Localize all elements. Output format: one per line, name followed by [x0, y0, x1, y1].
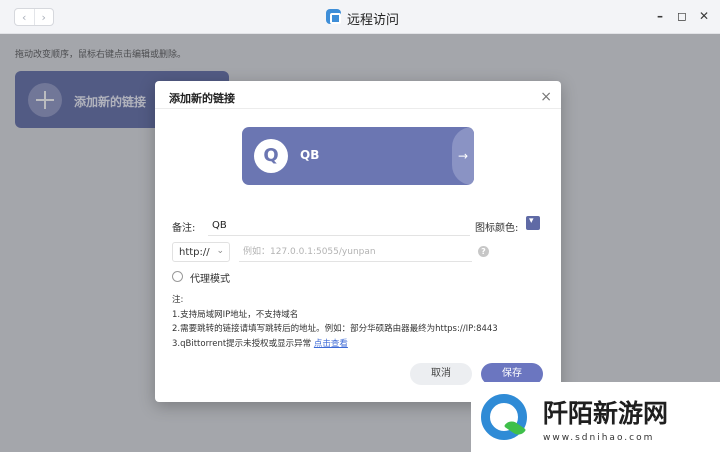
view-details-link[interactable]: 点击查看: [314, 339, 348, 349]
minimize-icon[interactable]: –: [654, 10, 666, 22]
window-title: 远程访问: [347, 13, 400, 28]
window-titlebar: ‹ › 远程访问 – ◻ ✕: [0, 0, 720, 34]
note-line-2: 2.需要跳转的链接请填写跳转后的地址。例如：部分华硕路由器最终为https://…: [172, 324, 498, 335]
add-link-dialog: 添加新的链接 × Q QB → 备注: 图标颜色: http:// ⌄ ? 代理…: [155, 81, 561, 402]
note-line-1: 1.支持局域网IP地址，不支持域名: [172, 309, 299, 320]
note-line-3-text: 3.qBittorrent提示未授权或显示异常: [172, 338, 314, 349]
link-preview-tile: Q QB →: [242, 127, 474, 185]
watermark-url: www.sdnihao.com: [543, 433, 655, 443]
forward-button[interactable]: ›: [33, 9, 54, 25]
remote-access-app-icon: [326, 9, 341, 24]
help-icon[interactable]: ?: [478, 246, 489, 257]
proxy-mode-label: 代理模式: [190, 274, 230, 285]
window-controls: – ◻ ✕: [654, 10, 710, 22]
note-input[interactable]: [208, 216, 470, 236]
maximize-icon[interactable]: ◻: [676, 10, 688, 22]
icon-color-label: 图标颜色:: [475, 223, 519, 234]
arrow-right-icon: →: [452, 127, 474, 185]
notes-block: 注: 1.支持局域网IP地址，不支持域名 2.需要跳转的链接请填写跳转后的地址。…: [172, 293, 498, 351]
url-input[interactable]: [239, 242, 472, 262]
protocol-value: http://: [179, 247, 210, 258]
dialog-title: 添加新的链接: [169, 92, 235, 105]
nav-button-group: ‹ ›: [14, 8, 54, 26]
protocol-select[interactable]: http:// ⌄: [172, 242, 230, 262]
back-button[interactable]: ‹: [15, 9, 34, 25]
dialog-close-icon[interactable]: ×: [540, 89, 552, 105]
note-line-3: 3.qBittorrent提示未授权或显示异常 点击查看: [172, 337, 498, 352]
dialog-divider: [155, 108, 561, 109]
notes-title: 注:: [172, 295, 184, 305]
chevron-down-icon: ⌄: [216, 246, 224, 256]
watermark-title: 阡陌新游网: [543, 399, 669, 428]
preview-letter-icon: Q: [254, 139, 288, 173]
note-label: 备注:: [172, 223, 196, 234]
cancel-button[interactable]: 取消: [410, 363, 472, 385]
close-icon[interactable]: ✕: [698, 10, 710, 22]
proxy-mode-radio[interactable]: [172, 271, 183, 282]
icon-color-picker[interactable]: [526, 216, 540, 230]
site-watermark: 阡陌新游网 www.sdnihao.com: [471, 382, 720, 452]
preview-label: QB: [300, 148, 320, 162]
